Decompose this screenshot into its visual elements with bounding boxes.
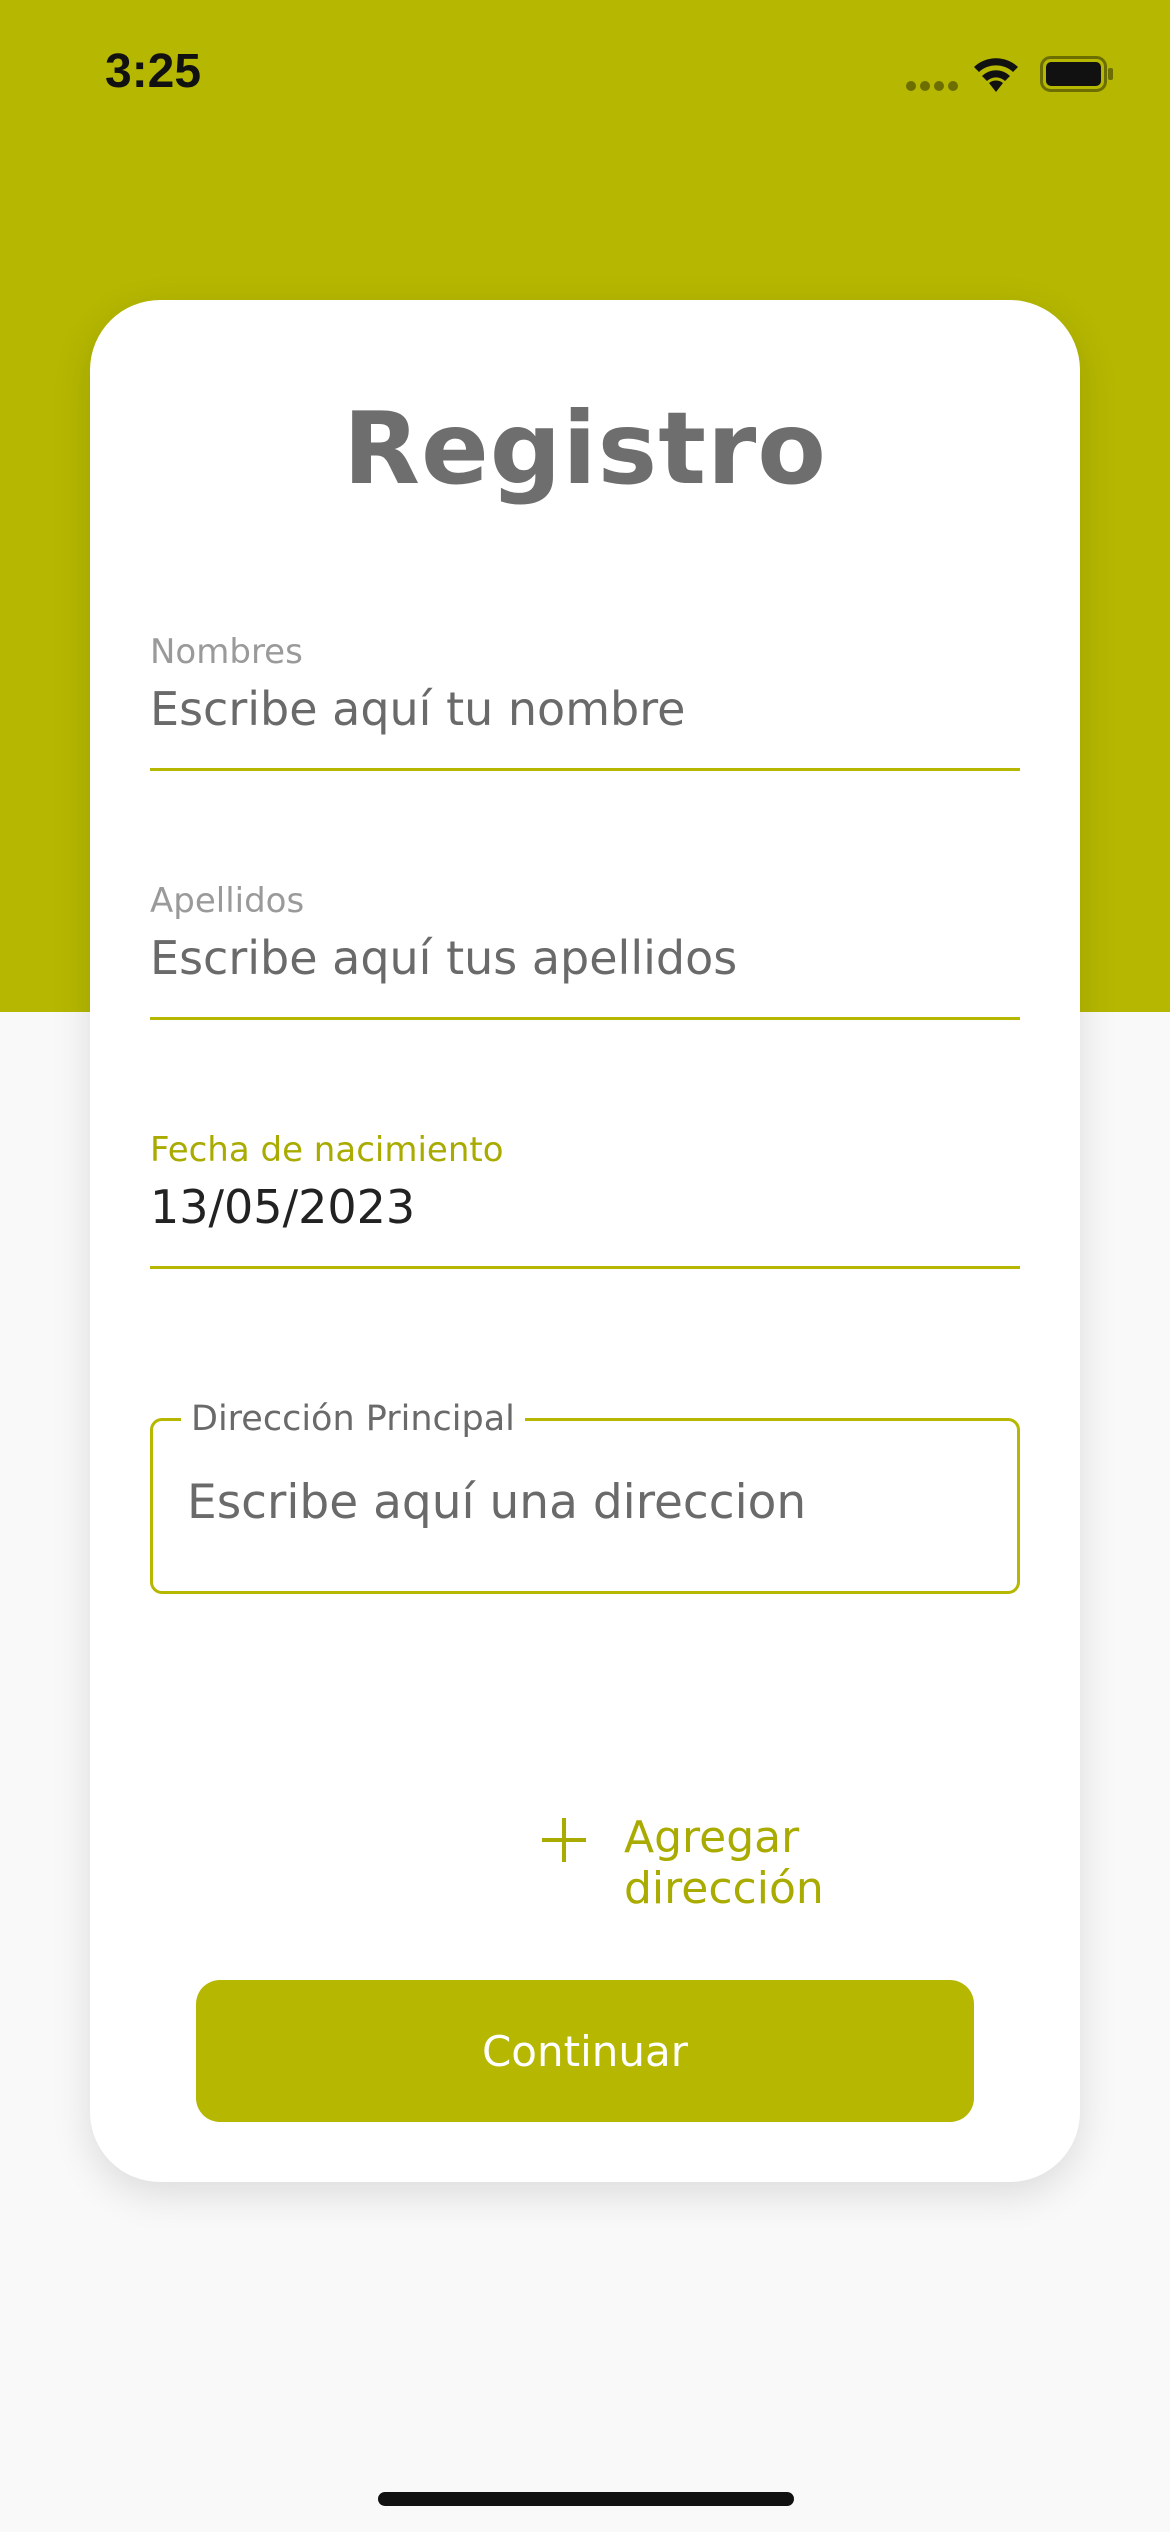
- main-address-field[interactable]: Dirección Principal Escribe aquí una dir…: [150, 1399, 1020, 1594]
- first-name-label: Nombres: [150, 632, 303, 672]
- plus-icon: [542, 1818, 586, 1862]
- continue-button[interactable]: Continuar: [196, 1980, 974, 2122]
- last-name-underline: [150, 1017, 1020, 1020]
- battery-icon: [1040, 56, 1113, 92]
- birth-date-input[interactable]: 13/05/2023: [150, 1180, 1020, 1234]
- last-name-label: Apellidos: [150, 881, 305, 921]
- add-address-label: Agregar dirección: [624, 1812, 824, 1914]
- home-indicator[interactable]: [378, 2492, 794, 2506]
- main-address-label: Dirección Principal: [181, 1399, 525, 1439]
- main-address-input[interactable]: Escribe aquí una direccion: [187, 1475, 806, 1530]
- status-bar: 3:25: [0, 0, 1170, 150]
- birth-date-underline: [150, 1266, 1020, 1269]
- first-name-input[interactable]: Escribe aquí tu nombre: [150, 682, 1020, 736]
- registration-card: Registro Nombres Escribe aquí tu nombre …: [90, 300, 1080, 2182]
- last-name-input[interactable]: Escribe aquí tus apellidos: [150, 931, 1020, 985]
- add-address-button[interactable]: Agregar dirección: [540, 1800, 1000, 1914]
- signal-icon: [906, 81, 958, 93]
- birth-date-label: Fecha de nacimiento: [150, 1130, 504, 1170]
- status-time: 3:25: [105, 45, 202, 98]
- wifi-icon: [974, 58, 1018, 92]
- first-name-underline: [150, 768, 1020, 771]
- page-title: Registro: [342, 390, 828, 507]
